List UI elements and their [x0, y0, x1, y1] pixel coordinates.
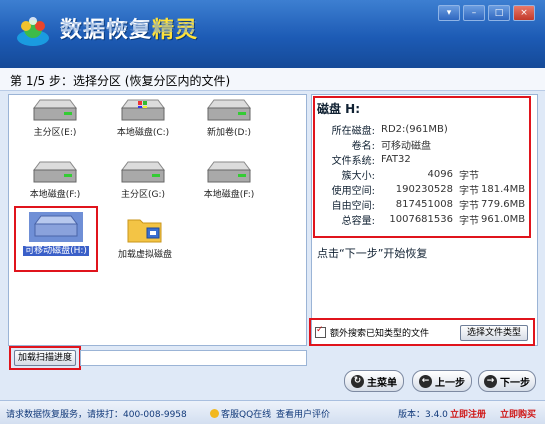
- arrow-right-icon: →: [484, 374, 497, 388]
- qq-icon: [210, 409, 219, 418]
- drive-item[interactable]: 本地磁盘(F:): [196, 160, 262, 200]
- step-title: 第 1/5 步：选择分区 (恢复分区内的文件): [10, 74, 231, 88]
- next-step-label: 下一步: [500, 377, 530, 389]
- window-controls: ▾ – □ ×: [438, 5, 535, 21]
- register-link[interactable]: 立即注册: [450, 407, 486, 420]
- qq-online-label: 客服QQ在线: [221, 410, 272, 420]
- drive-item[interactable]: 本地磁盘(F:): [22, 160, 88, 200]
- menu-dropdown-button[interactable]: ▾: [438, 5, 460, 21]
- arrow-left-icon: ←: [419, 374, 432, 388]
- drive-label: 主分区(E:): [33, 128, 77, 138]
- drive-item[interactable]: 新加卷(D:): [196, 98, 262, 138]
- disk-info-highlight: [313, 96, 531, 238]
- folder-icon: [127, 219, 162, 243]
- hard-drive-icon: [33, 99, 77, 121]
- selected-drive-highlight: [14, 206, 98, 272]
- hard-drive-icon: [121, 161, 165, 183]
- drive-item[interactable]: 本地磁盘(C:): [110, 98, 176, 138]
- prev-step-label: 上一步: [435, 377, 465, 389]
- drive-label: 本地磁盘(F:): [29, 190, 81, 200]
- next-step-button[interactable]: → 下一步: [478, 370, 536, 392]
- minimize-button[interactable]: –: [463, 5, 485, 21]
- drive-item[interactable]: 主分区(G:): [110, 160, 176, 200]
- drive-label: 本地磁盘(F:): [203, 190, 255, 200]
- app-logo-icon: [17, 17, 49, 46]
- load-button-highlight: [9, 346, 81, 370]
- refresh-icon: ↻: [351, 374, 364, 388]
- app-title-reflection-main: 数据恢复: [60, 18, 153, 33]
- title-bar: 数据恢复精灵 数据恢复精灵 ▾ – □ ×: [0, 0, 545, 68]
- options-highlight: [309, 318, 535, 346]
- scan-progress-bar: [80, 350, 307, 366]
- app-title-reflection: 数据恢复精灵: [60, 18, 198, 36]
- hard-drive-icon: [207, 161, 251, 183]
- version-label: 版本：3.4.0: [398, 410, 448, 420]
- user-review-link[interactable]: 查看用户评价: [276, 407, 330, 420]
- drive-label: 本地磁盘(C:): [116, 128, 170, 138]
- close-button[interactable]: ×: [513, 5, 535, 21]
- hard-drive-icon: [207, 99, 251, 121]
- main-menu-button[interactable]: ↻ 主菜单: [344, 370, 404, 392]
- qq-online-link[interactable]: 客服QQ在线: [210, 407, 271, 420]
- hard-drive-icon: [33, 161, 77, 183]
- status-bar: 请求数据恢复服务，请拨打：400-008-9958 客服QQ在线 查看用户评价 …: [0, 400, 545, 424]
- service-hotline: 请求数据恢复服务，请拨打：400-008-9958: [6, 410, 187, 420]
- step-bar: 第 1/5 步：选择分区 (恢复分区内的文件): [0, 68, 545, 91]
- app-title-reflection-highlight: 精灵: [152, 18, 199, 33]
- drive-item[interactable]: 主分区(E:): [22, 98, 88, 138]
- drive-label: 新加卷(D:): [207, 128, 251, 138]
- maximize-button[interactable]: □: [488, 5, 510, 21]
- prev-step-button[interactable]: ← 上一步: [412, 370, 472, 392]
- buy-link[interactable]: 立即购买: [500, 407, 536, 420]
- app-window: 数据恢复精灵 数据恢复精灵 ▾ – □ × 第 1/5 步：选择分区 (恢复分区…: [0, 0, 545, 424]
- main-menu-label: 主菜单: [367, 377, 397, 389]
- load-virtual-disk[interactable]: 加载虚拟磁盘: [112, 214, 178, 260]
- drive-label: 主分区(G:): [120, 190, 166, 200]
- start-hint: 点击“下一步”开始恢复: [317, 247, 428, 260]
- virtual-disk-label: 加载虚拟磁盘: [117, 250, 172, 260]
- windows-drive-icon: [121, 99, 165, 121]
